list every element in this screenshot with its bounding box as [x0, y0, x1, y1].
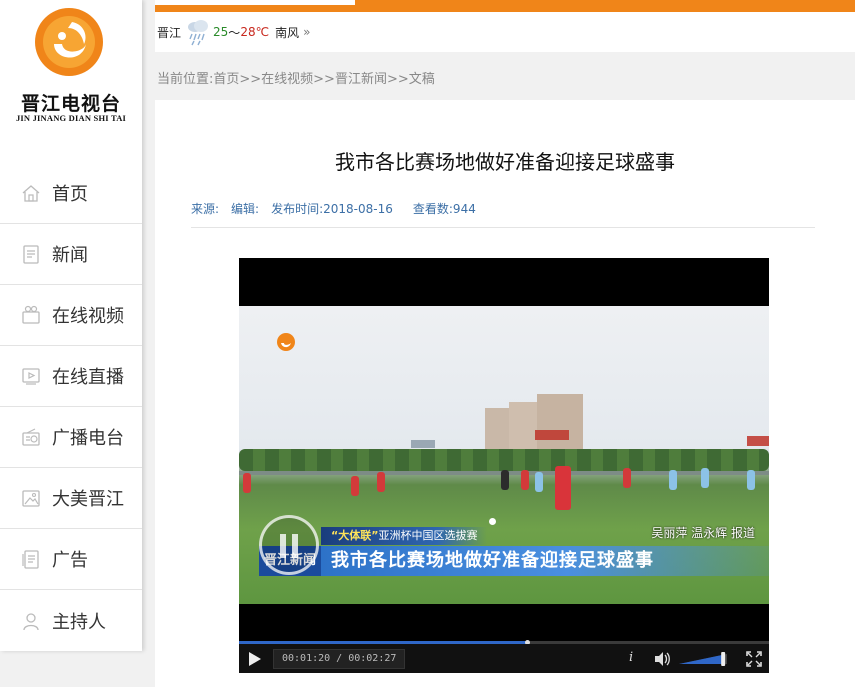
sidebar-item-gallery[interactable]: 大美晋江: [0, 468, 142, 529]
fullscreen-icon[interactable]: [746, 651, 762, 667]
background-trees: [239, 449, 769, 471]
radio-icon: [22, 428, 40, 446]
sidebar-item-ads[interactable]: 广告: [0, 529, 142, 590]
player-with-ball: [555, 466, 571, 510]
logo-mark-icon: [35, 8, 103, 76]
sidebar-item-label: 广告: [52, 550, 88, 571]
video-lower-third-sub: 亚洲杯中国区选拔赛: [378, 529, 478, 542]
weather-high-temp: 28: [240, 25, 256, 39]
logo-name-en: JIN JINANG DIAN SHI TAI: [15, 113, 127, 123]
article-published: 发布时间:2018-08-16: [271, 202, 393, 216]
video-player[interactable]: 吴丽萍 温永辉 报道 “大体联”亚洲杯中国区选拔赛 晋江新闻 我市各比赛场地做好…: [239, 258, 769, 673]
sidebar-item-online-video[interactable]: 在线视频: [0, 285, 142, 346]
player: [623, 468, 631, 488]
play-icon[interactable]: [249, 652, 261, 666]
football: [489, 518, 496, 525]
info-button[interactable]: i: [629, 650, 633, 665]
logo-name-cn: 晋江电视台: [20, 93, 121, 115]
site-logo[interactable]: 晋江电视台 JIN JINANG DIAN SHI TAI: [0, 0, 142, 163]
sidebar-item-label: 新闻: [52, 245, 88, 266]
sidebar-item-live[interactable]: 在线直播: [0, 346, 142, 407]
home-icon: [22, 185, 40, 202]
player: [747, 470, 755, 490]
background-billboard: [747, 436, 769, 446]
sidebar: 晋江电视台 JIN JINANG DIAN SHI TAI 首页 新闻 在线视频…: [0, 0, 142, 651]
weather-widget[interactable]: 晋江 25 ～ 28 ℃ 南风 »: [155, 12, 855, 52]
user-icon: [23, 612, 39, 630]
player: [377, 472, 385, 492]
player: [701, 468, 709, 488]
weather-unit: ℃: [255, 25, 270, 39]
referee: [501, 470, 509, 490]
weather-city: 晋江: [157, 25, 182, 40]
video-lower-third-title: 我市各比赛场地做好准备迎接足球盛事: [321, 546, 769, 576]
player: [535, 472, 543, 492]
sidebar-item-label: 广播电台: [52, 428, 124, 449]
background-building: [509, 402, 537, 453]
sidebar-item-label: 在线直播: [52, 367, 124, 388]
volume-slider-handle[interactable]: [721, 652, 726, 666]
video-frame[interactable]: 吴丽萍 温永辉 报道 “大体联”亚洲杯中国区选拔赛 晋江新闻 我市各比赛场地做好…: [239, 306, 769, 604]
live-icon: [22, 368, 40, 385]
news-icon: [23, 245, 39, 264]
sidebar-item-label: 首页: [52, 184, 88, 205]
weather-range-sep: ～: [228, 25, 241, 40]
top-accent-gap: [155, 0, 355, 5]
sidebar-item-label: 在线视频: [52, 306, 124, 327]
weather-wind: 南风: [275, 25, 300, 40]
player: [243, 473, 251, 493]
article-source: 来源:: [191, 202, 220, 216]
sidebar-item-hosts[interactable]: 主持人: [0, 590, 142, 651]
ad-icon: [22, 550, 39, 569]
video-reporter-credit: 吴丽萍 温永辉 报道: [651, 526, 755, 540]
background-billboard: [535, 430, 569, 440]
article-panel: 我市各比赛场地做好准备迎接足球盛事 来源: 编辑: 发布时间:2018-08-1…: [155, 100, 855, 687]
video-lower-third-tag: “大体联”: [331, 529, 379, 542]
sidebar-item-label: 大美晋江: [52, 489, 124, 510]
player: [351, 476, 359, 496]
player: [521, 470, 529, 490]
article-title: 我市各比赛场地做好准备迎接足球盛事: [335, 150, 675, 174]
sidebar-item-label: 主持人: [52, 611, 106, 633]
player: [669, 470, 677, 490]
volume-slider-fill: [679, 654, 724, 664]
article-views: 查看数:944: [412, 202, 476, 216]
background-building: [537, 394, 583, 454]
sidebar-nav: 首页 新闻 在线视频 在线直播 广播电台 大美晋江 广告 主持人: [0, 163, 142, 651]
background-building: [485, 408, 509, 453]
channel-logo-icon: [277, 333, 295, 351]
breadcrumb: 当前位置:首页>>在线视频>>晋江新闻>>文稿: [157, 72, 435, 87]
weather-low-temp: 25: [213, 25, 229, 39]
background-billboard: [411, 440, 435, 448]
sidebar-item-home[interactable]: 首页: [0, 163, 142, 224]
video-controls: 00:01:20 / 00:02:27 i: [239, 644, 769, 673]
picture-icon: [22, 490, 40, 507]
sidebar-item-radio[interactable]: 广播电台: [0, 407, 142, 468]
video-lower-third-top: “大体联”亚洲杯中国区选拔赛: [321, 527, 488, 545]
weather-more-link[interactable]: »: [303, 25, 310, 39]
page: 晋江电视台 JIN JINANG DIAN SHI TAI 首页 新闻 在线视频…: [0, 0, 855, 687]
video-time-display: 00:01:20 / 00:02:27: [273, 649, 406, 669]
weather-rain-icon: [188, 20, 209, 46]
video-icon: [22, 305, 40, 324]
article-editor: 编辑:: [231, 202, 260, 216]
volume-icon[interactable]: [653, 651, 671, 667]
volume-slider[interactable]: [679, 652, 731, 666]
article-meta: 来源: 编辑: 发布时间:2018-08-16 查看数:944: [191, 200, 488, 217]
sidebar-item-news[interactable]: 新闻: [0, 224, 142, 285]
overlay-pause-icon[interactable]: [259, 515, 319, 575]
article-divider: [191, 227, 815, 228]
